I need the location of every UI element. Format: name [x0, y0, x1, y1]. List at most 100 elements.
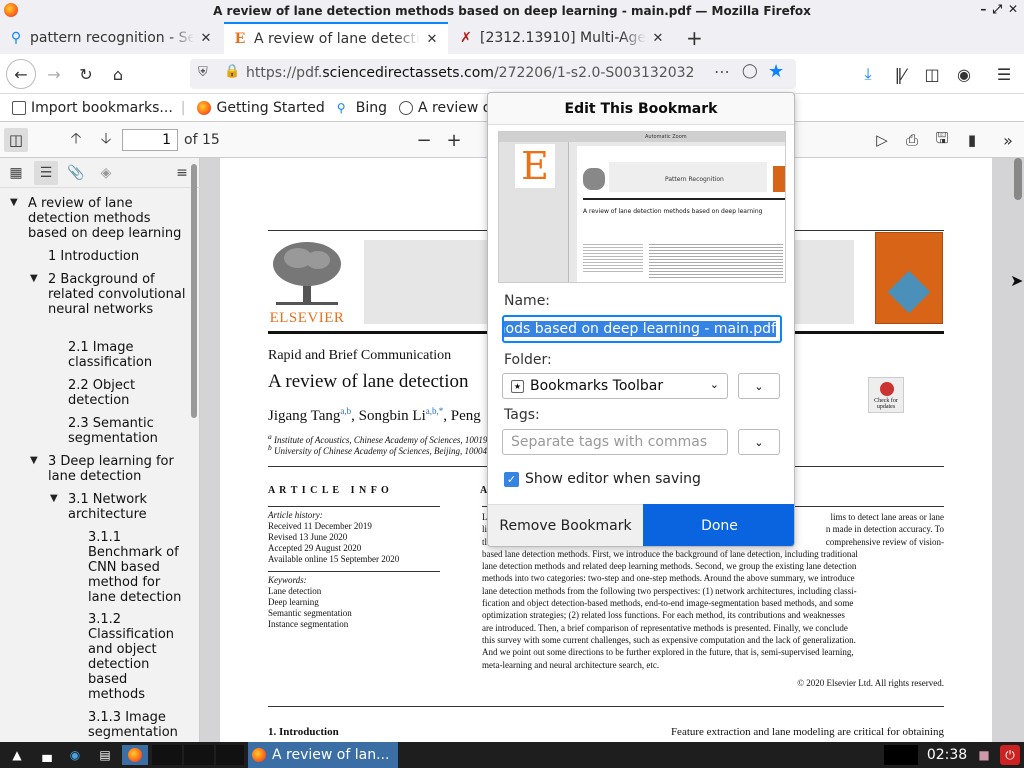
workspace-2[interactable]: [184, 745, 214, 765]
tags-input[interactable]: Separate tags with commas: [502, 429, 728, 455]
folder-select[interactable]: ★ Bookmarks Toolbar ⌄: [502, 373, 728, 399]
desktop-icon: ▄: [42, 748, 52, 762]
close-icon[interactable]: ✕: [1008, 2, 1018, 17]
restore-icon[interactable]: ⤢: [992, 2, 1002, 17]
outline-item[interactable]: 2.2 Object detection: [68, 378, 168, 408]
bookmark-bing[interactable]: ⚲ Bing: [337, 100, 387, 116]
chevron-down-icon: ⌄: [754, 435, 764, 449]
outline-item[interactable]: 2.1 Image classification: [68, 340, 178, 370]
outline-item[interactable]: 3.1 Network architecture: [68, 492, 178, 522]
home-button[interactable]: ⌂: [104, 60, 132, 88]
document-scrollbar[interactable]: [1014, 158, 1022, 200]
outline-item[interactable]: 3.1.3 Image segmentation: [88, 710, 188, 740]
star-folder-icon: ★: [511, 379, 524, 393]
sidebar-button[interactable]: ◫: [918, 60, 946, 88]
close-tab-icon[interactable]: ✕: [650, 31, 666, 46]
attachments-button[interactable]: 📎: [64, 161, 88, 185]
browser-launcher[interactable]: ◉: [62, 745, 88, 765]
copyright: © 2020 Elsevier Ltd. All rights reserved…: [797, 678, 944, 688]
clock[interactable]: 02:38: [924, 745, 970, 765]
workspace-3[interactable]: [216, 745, 244, 765]
thumbnails-button[interactable]: ▦: [4, 161, 28, 185]
expand-triangle-icon[interactable]: ▼: [50, 493, 58, 504]
done-button[interactable]: Done: [643, 504, 794, 546]
star-filled-icon[interactable]: ★: [768, 61, 784, 82]
power-button[interactable]: ⏻: [1000, 745, 1020, 765]
page-number-input[interactable]: 1: [122, 129, 178, 151]
keywords: Keywords: Lane detection Deep learning S…: [268, 575, 352, 629]
close-tab-icon[interactable]: ✕: [424, 32, 440, 47]
chevron-down-icon: ⌄: [709, 378, 719, 391]
save-button[interactable]: 🖫: [930, 128, 954, 152]
show-editor-checkbox[interactable]: ✓ Show editor when saving: [504, 471, 701, 487]
reload-button[interactable]: ↻: [72, 60, 100, 88]
menu-button[interactable]: ☰: [990, 60, 1018, 88]
page-actions-icon[interactable]: ⋯: [714, 62, 730, 81]
article-history: Article history: Received 11 December 20…: [268, 510, 400, 564]
check-updates-badge[interactable]: Check for updates: [868, 377, 904, 413]
tab-search[interactable]: ⚲ pattern recognition - Sea ✕: [0, 22, 222, 54]
outline-item[interactable]: 1 Introduction: [48, 249, 188, 264]
firefox-icon: [128, 748, 142, 762]
firefox-launcher[interactable]: [122, 745, 148, 765]
outline-item[interactable]: 3.1.2 Classification and object detectio…: [88, 612, 188, 702]
outline-find-icon: ≡: [176, 165, 188, 181]
authors: Jigang Tanga,b, Songbin Lia,b,*, Peng: [268, 406, 481, 424]
edit-bookmark-panel: Edit This Bookmark E Automatic Zoom Patt…: [487, 92, 795, 547]
taskbar-window-firefox[interactable]: A review of lan...: [248, 742, 398, 768]
expand-triangle-icon[interactable]: ▼: [10, 197, 18, 208]
layers-button[interactable]: ◈: [94, 161, 118, 185]
account-button[interactable]: ◉: [950, 60, 978, 88]
folder-expand-button[interactable]: ⌄: [738, 373, 780, 399]
print-button[interactable]: ⎙: [900, 128, 924, 152]
minimize-icon[interactable]: –: [980, 2, 986, 17]
file-manager-launcher[interactable]: ▤: [92, 745, 118, 765]
globe-icon: ◉: [69, 748, 81, 762]
bookmark-import[interactable]: Import bookmarks...: [12, 100, 173, 116]
forward-button[interactable]: →: [40, 60, 68, 88]
bookmark-name-input[interactable]: nods based on deep learning - main.pdf: [502, 315, 782, 343]
start-menu-button[interactable]: ▲: [4, 745, 30, 765]
info-divider: [268, 506, 440, 507]
url-bar[interactable]: ⛨ 🔒 https://pdf.sciencedirectassets.com/…: [190, 59, 796, 89]
outline-item[interactable]: 2.3 Semantic segmentation: [68, 416, 168, 446]
user-icon[interactable]: ■: [974, 745, 994, 765]
outline-item[interactable]: A review of lane detection methods based…: [28, 196, 186, 241]
url-text: https://pdf.sciencedirectassets.com/2722…: [246, 65, 695, 81]
tools-button[interactable]: »: [996, 128, 1020, 152]
previous-page-button[interactable]: 🡡: [64, 128, 88, 152]
workspace-1[interactable]: [152, 745, 182, 765]
tab-bar: ⚲ pattern recognition - Sea ✕ E A review…: [0, 22, 1024, 54]
tab-arxiv[interactable]: ✗ [2312.13910] Multi-Agen ✕: [450, 22, 674, 54]
library-button[interactable]: ‖⁄: [886, 60, 914, 88]
downloads-button[interactable]: ⤓: [854, 60, 882, 88]
tray-item[interactable]: [884, 745, 918, 765]
expand-triangle-icon[interactable]: ▼: [30, 273, 38, 284]
tags-expand-button[interactable]: ⌄: [738, 429, 780, 455]
zoom-out-button[interactable]: −: [412, 128, 436, 152]
sidebar-scrollbar[interactable]: [191, 164, 197, 418]
firefox-icon: [4, 3, 18, 17]
outline-item[interactable]: 3.1.1 Benchmark of CNN based method for …: [88, 530, 188, 605]
close-tab-icon[interactable]: ✕: [198, 31, 214, 46]
show-desktop-button[interactable]: ▄: [34, 745, 60, 765]
arrow-right-icon: →: [47, 64, 61, 84]
remove-bookmark-button[interactable]: Remove Bookmark: [488, 504, 643, 546]
reload-icon: ↻: [79, 64, 93, 84]
back-button[interactable]: ←: [6, 59, 36, 89]
next-page-button[interactable]: 🡣: [94, 128, 118, 152]
pocket-icon[interactable]: ◯: [742, 63, 758, 79]
tab-lane-review[interactable]: E A review of lane detectio ✕: [224, 22, 448, 54]
bookmark-getting-started[interactable]: Getting Started: [197, 100, 325, 116]
arrow-up-icon: 🡡: [70, 128, 82, 147]
zoom-in-button[interactable]: +: [442, 128, 466, 152]
outline-item[interactable]: 3 Deep learning for lane detection: [48, 454, 188, 484]
expand-triangle-icon[interactable]: ▼: [30, 455, 38, 466]
outline-item[interactable]: 2 Background of related convolutional ne…: [48, 272, 188, 317]
bookmark-view-button[interactable]: ▮: [960, 128, 984, 152]
presentation-button[interactable]: ▷: [870, 128, 894, 152]
outline-button[interactable]: ☰: [34, 161, 58, 185]
separator: |: [180, 99, 186, 116]
new-tab-button[interactable]: +: [678, 22, 706, 54]
toggle-sidebar-button[interactable]: ◫: [4, 128, 28, 152]
